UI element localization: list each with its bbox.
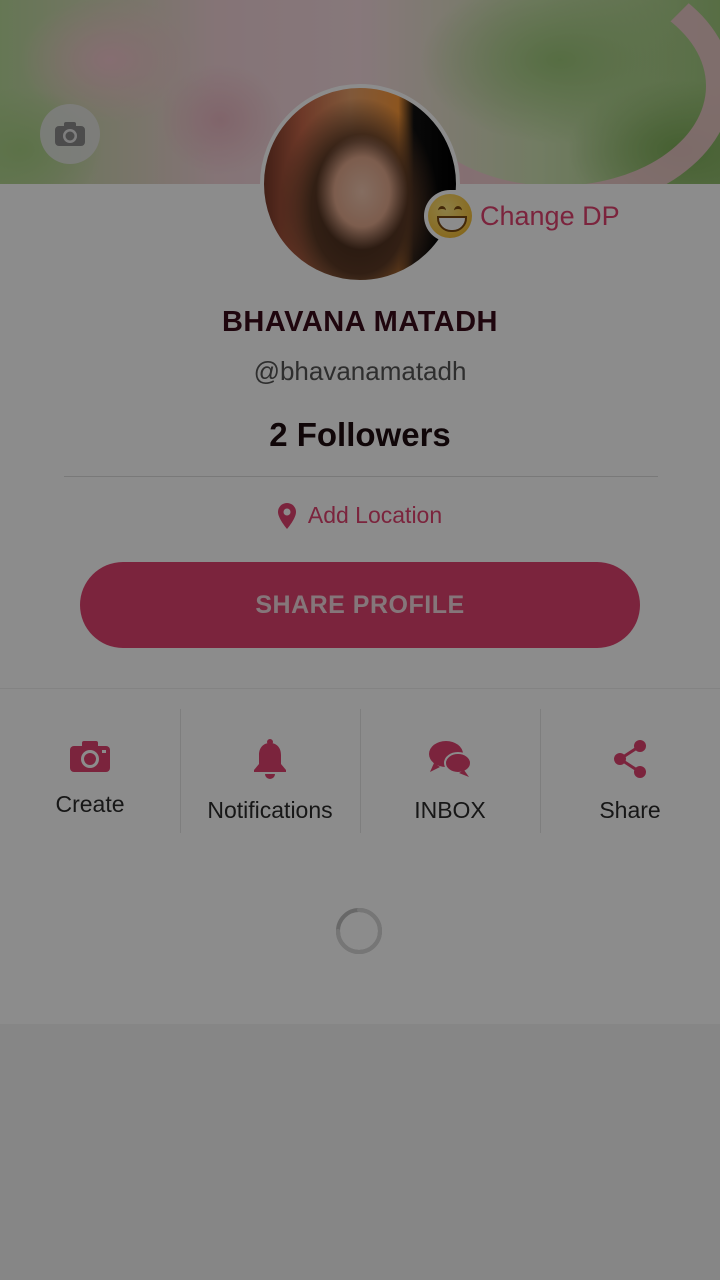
add-location-label: Add Location <box>307 502 443 528</box>
share-action[interactable]: Share <box>540 689 720 855</box>
change-dp-label: Change DP <box>480 200 620 231</box>
divider <box>64 476 658 477</box>
profile-avatar[interactable] <box>260 84 460 284</box>
location-pin-icon <box>277 502 296 529</box>
action-bar: Create Notifications INBOX Share <box>0 688 720 856</box>
profile-screen: Change DP BHAVANA MATADH @bhavanamatadh … <box>0 0 720 1280</box>
camera-icon <box>55 122 85 146</box>
bell-icon <box>254 739 286 779</box>
inbox-label: INBOX <box>414 797 486 823</box>
profile-name: BHAVANA MATADH <box>221 306 498 338</box>
followers-count[interactable]: 2 Followers <box>0 416 720 454</box>
inbox-action[interactable]: INBOX <box>360 689 540 855</box>
camera-icon <box>70 741 110 772</box>
share-label: Share <box>599 797 661 823</box>
content-area <box>0 854 720 1024</box>
loading-spinner-icon <box>336 908 382 954</box>
add-location-link[interactable]: Add Location <box>0 502 720 529</box>
share-profile-button[interactable]: SHARE PROFILE <box>80 562 640 648</box>
lower-background <box>0 1024 720 1280</box>
create-action[interactable]: Create <box>0 689 180 855</box>
chat-bubbles-icon <box>429 741 472 777</box>
notifications-action[interactable]: Notifications <box>180 689 360 855</box>
grinning-emoji-icon <box>428 194 472 238</box>
notifications-label: Notifications <box>207 797 333 823</box>
change-dp-button[interactable]: Change DP <box>424 190 630 242</box>
create-label: Create <box>55 791 125 817</box>
change-cover-button[interactable] <box>40 104 100 164</box>
share-icon <box>614 740 646 778</box>
profile-username: @bhavanamatadh <box>253 356 467 386</box>
